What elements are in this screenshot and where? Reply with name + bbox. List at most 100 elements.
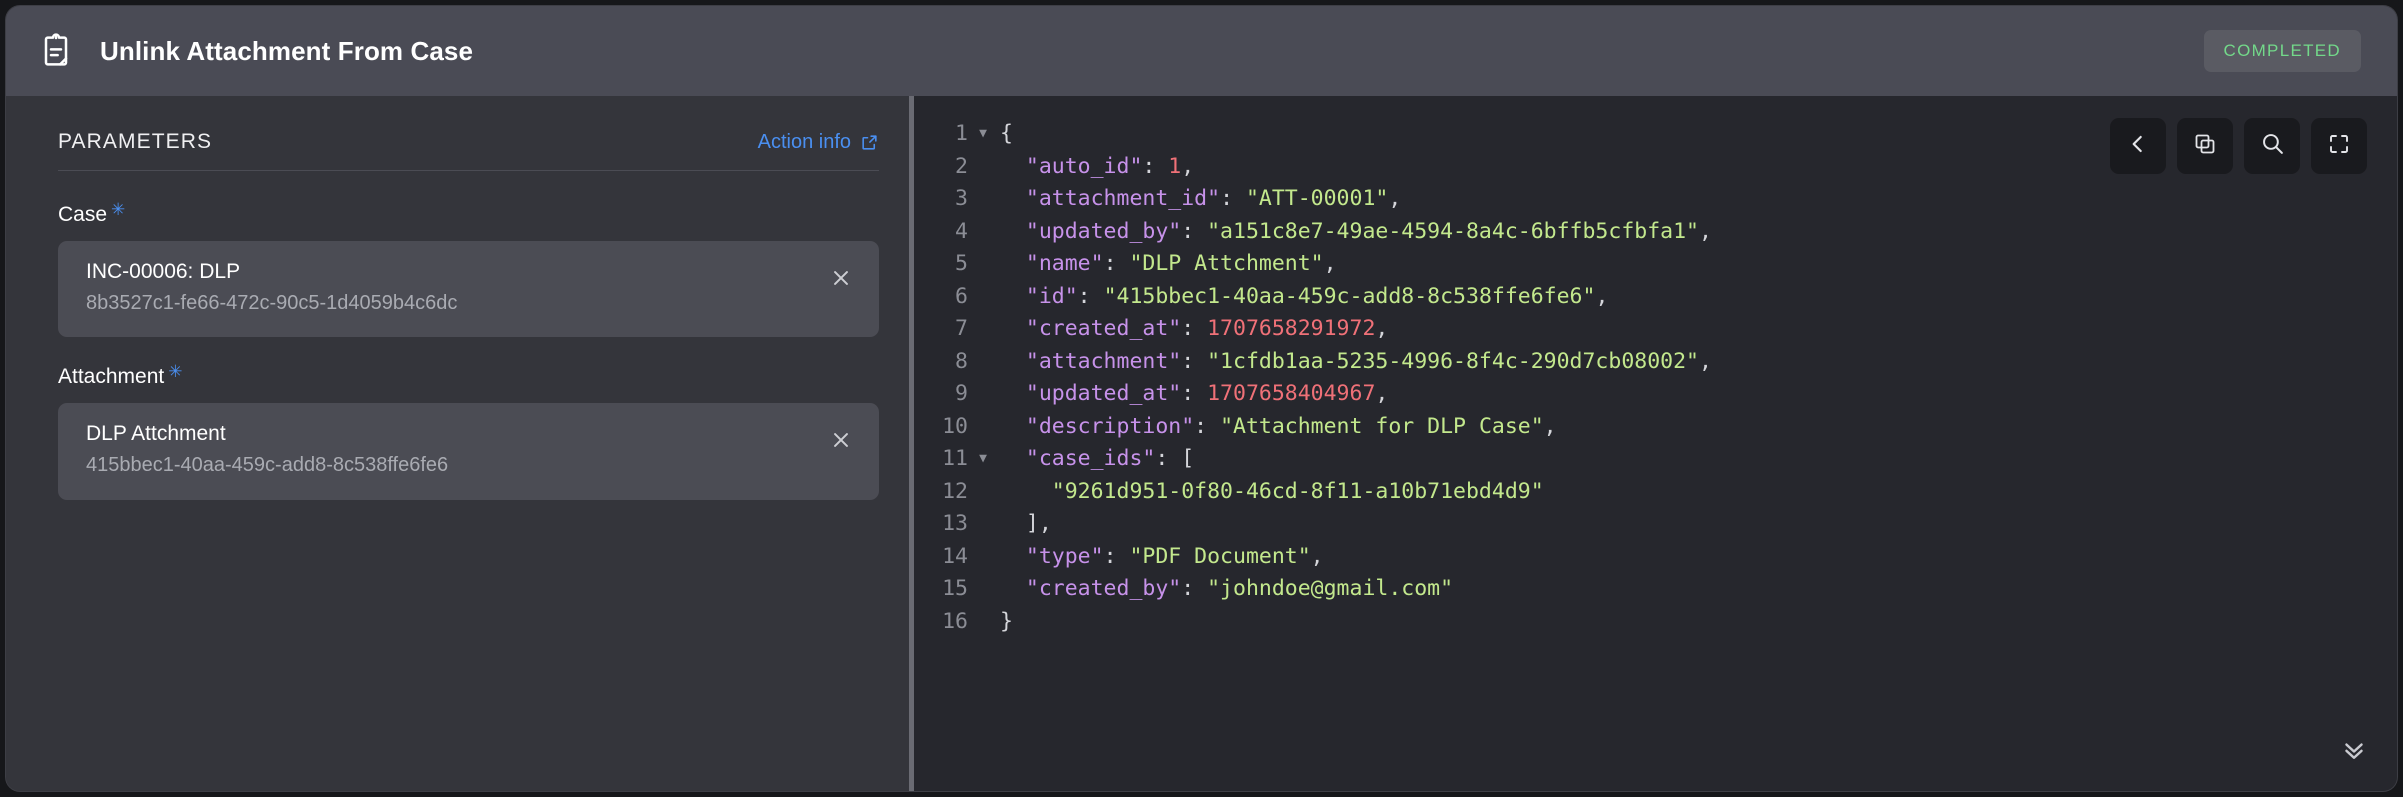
fold-toggle-icon[interactable]: ▼ [970,443,996,476]
line-number: 4 [955,218,968,244]
code-line: 7 "created_at": 1707658291972, [914,313,2397,346]
parameter-field-attachment: Attachment ✳ DLP Attchment 415bbec1-40aa… [58,362,879,500]
card-body: PARAMETERS Action info Case ✳ INC-00006:… [6,96,2397,791]
field-label-text: Case [58,203,108,226]
field-label-case: Case ✳ [58,200,126,227]
code-line: 14 "type": "PDF Document", [914,541,2397,574]
fold-toggle-icon[interactable]: ▼ [970,118,996,151]
fullscreen-button[interactable] [2311,118,2367,174]
line-number: 10 [942,413,968,439]
code-line-text: "case_ids": [ [1000,446,1195,471]
code-line-text: ], [1000,511,1052,536]
code-line: 11 ▼ "case_ids": [ [914,443,2397,476]
parameters-panel: PARAMETERS Action info Case ✳ INC-00006:… [6,96,909,791]
field-value-box-attachment[interactable]: DLP Attchment 415bbec1-40aa-459c-add8-8c… [58,403,879,500]
parameter-field-case: Case ✳ INC-00006: DLP 8b3527c1-fe66-472c… [58,200,879,338]
code-line: 5 "name": "DLP Attchment", [914,248,2397,281]
search-icon [2260,131,2285,161]
required-marker: ✳ [168,362,183,382]
action-result-card: Unlink Attachment From Case COMPLETED PA… [6,6,2397,791]
code-line: 3 "attachment_id": "ATT-00001", [914,183,2397,216]
line-number: 15 [942,576,968,601]
line-number: 13 [942,511,968,536]
line-number: 14 [942,543,968,569]
line-number: 7 [955,316,968,341]
code-line: 4 "updated_by": "a151c8e7-49ae-4594-8a4c… [914,216,2397,249]
code-line: 13 ], [914,508,2397,541]
close-icon[interactable] [827,264,855,292]
code-line-text: "auto_id": 1, [1000,153,1195,179]
code-toolbar [2110,118,2367,174]
action-info-label: Action info [757,131,851,153]
parameters-divider [58,170,879,171]
collapse-button[interactable] [2110,118,2166,174]
field-value-box-case[interactable]: INC-00006: DLP 8b3527c1-fe66-472c-90c5-1… [58,241,879,338]
parameters-title: PARAMETERS [58,130,213,153]
json-code-viewer: 1 ▼{2 "auto_id": 1, 3 "attachment_id": "AT… [914,96,2397,791]
clipboard-document-icon [34,29,78,73]
page-title: Unlink Attachment From Case [100,35,474,66]
field-secondary-value: 415bbec1-40aa-459c-add8-8c538ffe6fe6 [86,454,449,477]
code-line-text: "name": "DLP Attchment", [1000,251,1337,276]
close-icon[interactable] [827,426,855,454]
code-line-text: "updated_by": "a151c8e7-49ae-4594-8a4c-6… [1000,218,1712,244]
required-marker: ✳ [111,200,126,219]
line-number: 2 [955,153,968,179]
field-primary-value: INC-00006: DLP [86,260,241,283]
action-info-link[interactable]: Action info [758,131,879,154]
code-line-text: "attachment": "1cfdb1aa-5235-4996-8f4c-2… [1000,348,1712,374]
code-line-text: "updated_at": 1707658404967, [1000,381,1389,406]
parameters-header: PARAMETERS Action info [58,130,879,170]
code-line-text: } [1000,608,1013,634]
code-line-text: "9261d951-0f80-46cd-8f11-a10b71ebd4d9" [1051,478,1544,504]
double-chevron-down-icon[interactable] [2339,734,2369,769]
field-value-text: DLP Attchment 415bbec1-40aa-459c-add8-8c… [86,422,815,477]
code-line: 9 "updated_at": 1707658404967, [914,378,2397,411]
field-primary-value: DLP Attchment [86,422,226,446]
code-line-text: "attachment_id": "ATT-00001", [1000,186,1402,211]
field-label-text: Attachment [58,365,165,389]
line-number: 11 [942,446,968,471]
line-number: 3 [955,186,968,211]
field-secondary-value: 8b3527c1-fe66-472c-90c5-1d4059b4c6dc [86,291,458,314]
code-line: 12 "9261d951-0f80-46cd-8f11-a10b71ebd4d9… [914,476,2397,509]
code-line: 8 "attachment": "1cfdb1aa-5235-4996-8f4c… [914,346,2397,379]
code-line-text: "created_by": "johndoe@gmail.com" [1000,576,1454,601]
external-link-icon [860,133,879,152]
line-number: 12 [942,478,968,504]
code-line-text: "description": "Attachment for DLP Case"… [1000,413,1557,439]
code-line-text: "id": "415bbec1-40aa-459c-add8-8c538ffe6… [1000,283,1609,309]
status-badge: COMPLETED [2203,30,2361,72]
card-header: Unlink Attachment From Case COMPLETED [6,6,2397,96]
code-line-text: "created_at": 1707658291972, [1000,316,1389,341]
copy-icon [2193,132,2217,161]
code-line: 15 "created_by": "johndoe@gmail.com" [914,573,2397,606]
code-line: 6 "id": "415bbec1-40aa-459c-add8-8c538ff… [914,281,2397,314]
line-number: 5 [955,251,968,276]
line-number: 1 [955,121,968,146]
line-number: 8 [955,348,968,374]
code-line-text: "type": "PDF Document", [1000,543,1324,569]
chevron-left-icon [2125,131,2151,162]
copy-button[interactable] [2177,118,2233,174]
search-button[interactable] [2244,118,2300,174]
code-content[interactable]: 1 ▼{2 "auto_id": 1, 3 "attachment_id": "AT… [914,96,2397,791]
code-line: 16} [914,606,2397,639]
fullscreen-icon [2327,132,2351,161]
field-label-attachment: Attachment ✳ [58,362,183,389]
code-line-text: { [1000,121,1013,146]
line-number: 9 [955,381,968,406]
field-value-text: INC-00006: DLP 8b3527c1-fe66-472c-90c5-1… [86,260,815,315]
